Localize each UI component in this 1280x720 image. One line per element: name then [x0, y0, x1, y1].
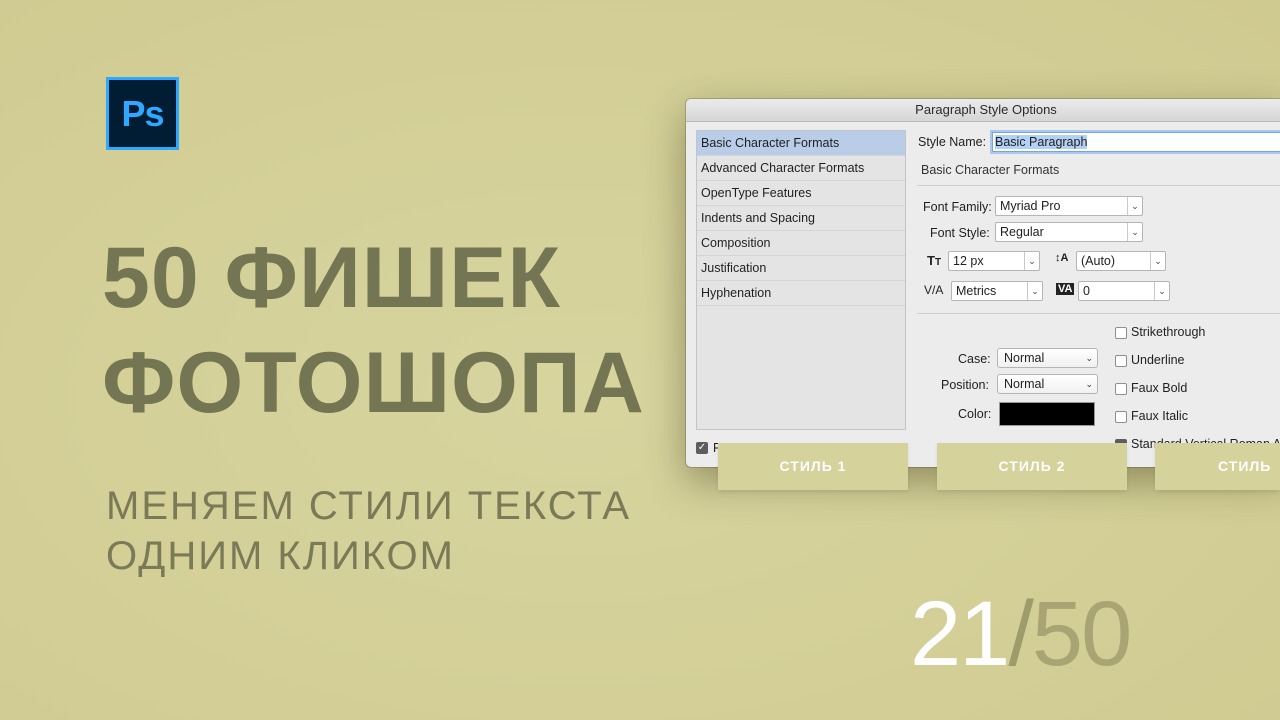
style-name-value: Basic Paragraph	[995, 135, 1088, 149]
chevron-down-icon: ⌄	[1127, 197, 1142, 215]
counter-current: 21	[910, 583, 1010, 685]
counter-total: 50	[1031, 583, 1132, 685]
preview-checkbox[interactable]: ✓	[696, 442, 708, 454]
chevron-down-icon: ⌄	[1085, 379, 1093, 389]
strikethrough-label: Strikethrough	[1131, 325, 1206, 339]
style-name-input[interactable]: Basic Paragraph	[992, 132, 1280, 152]
category-list: Basic Character Formats Advanced Charact…	[696, 130, 906, 430]
leading-select[interactable]: (Auto) ⌄	[1076, 251, 1166, 271]
subheadline-line-2: ОДНИМ КЛИКОМ	[106, 534, 455, 578]
color-label: Color:	[958, 407, 992, 421]
font-size-select[interactable]: 12 px ⌄	[948, 251, 1040, 271]
color-swatch[interactable]	[999, 402, 1095, 426]
font-style-select[interactable]: Regular ⌄	[995, 222, 1143, 242]
tracking-select[interactable]: 0 ⌄	[1078, 281, 1170, 301]
strikethrough-checkbox[interactable]	[1115, 327, 1127, 339]
font-size-value: 12 px	[953, 254, 984, 268]
position-label: Position:	[941, 378, 989, 392]
dialog-title: Paragraph Style Options	[686, 99, 1280, 122]
episode-counter: 21/50	[910, 588, 1132, 680]
font-family-select[interactable]: Myriad Pro ⌄	[995, 196, 1143, 216]
case-select[interactable]: Normal ⌄	[997, 348, 1098, 368]
category-item-basic-character-formats[interactable]: Basic Character Formats	[697, 131, 905, 156]
tracking-value: 0	[1083, 284, 1090, 298]
kerning-value: Metrics	[956, 284, 997, 298]
font-family-value: Myriad Pro	[1000, 199, 1061, 213]
category-item-indents-and-spacing[interactable]: Indents and Spacing	[697, 206, 905, 231]
headline-line-2: ФОТОШОПА	[102, 335, 645, 431]
case-value: Normal	[1004, 351, 1045, 365]
kerning-select[interactable]: Metrics ⌄	[951, 281, 1043, 301]
font-style-label: Font Style:	[930, 226, 990, 240]
photoshop-logo-icon: Ps	[106, 77, 179, 150]
chevron-down-icon: ⌄	[1150, 252, 1165, 270]
faux-italic-checkbox[interactable]	[1115, 411, 1127, 423]
category-item-composition[interactable]: Composition	[697, 231, 905, 256]
font-family-label: Font Family:	[923, 200, 992, 214]
headline-line-1: 50 ФИШЕК	[102, 230, 562, 326]
section-divider	[917, 185, 1280, 186]
style-3-button[interactable]: СТИЛЬ	[1155, 443, 1280, 490]
style-name-label: Style Name:	[918, 135, 987, 149]
category-item-opentype-features[interactable]: OpenType Features	[697, 181, 905, 206]
faux-italic-label: Faux Italic	[1131, 409, 1188, 423]
subheadline-line-1: МЕНЯЕМ СТИЛИ ТЕКСТА	[106, 484, 632, 528]
chevron-down-icon: ⌄	[1154, 282, 1169, 300]
section-title: Basic Character Formats	[921, 163, 1060, 177]
paragraph-style-options-dialog: Paragraph Style Options Basic Character …	[686, 99, 1280, 467]
faux-bold-checkbox[interactable]	[1115, 383, 1127, 395]
style-1-button[interactable]: СТИЛЬ 1	[718, 443, 908, 490]
font-style-value: Regular	[1000, 225, 1044, 239]
chevron-down-icon: ⌄	[1024, 252, 1039, 270]
chevron-down-icon: ⌄	[1127, 223, 1142, 241]
position-select[interactable]: Normal ⌄	[997, 374, 1098, 394]
counter-slash: /	[1008, 583, 1034, 685]
chevron-down-icon: ⌄	[1027, 282, 1042, 300]
category-item-hyphenation[interactable]: Hyphenation	[697, 281, 905, 306]
leading-value: (Auto)	[1081, 254, 1116, 268]
category-item-justification[interactable]: Justification	[697, 256, 905, 281]
leading-icon: ↕A	[1055, 252, 1069, 264]
options-divider	[917, 313, 1280, 314]
underline-label: Underline	[1131, 353, 1185, 367]
chevron-down-icon: ⌄	[1085, 353, 1093, 363]
faux-bold-label: Faux Bold	[1131, 381, 1188, 395]
case-label: Case:	[958, 352, 991, 366]
style-2-button[interactable]: СТИЛЬ 2	[937, 443, 1127, 490]
position-value: Normal	[1004, 377, 1045, 391]
underline-checkbox[interactable]	[1115, 355, 1127, 367]
tracking-icon: VA	[1056, 283, 1075, 295]
font-size-icon: TT	[927, 253, 942, 268]
category-item-advanced-character-formats[interactable]: Advanced Character Formats	[697, 156, 905, 181]
kerning-icon: V/A	[924, 283, 944, 297]
logo-text: Ps	[121, 92, 164, 134]
